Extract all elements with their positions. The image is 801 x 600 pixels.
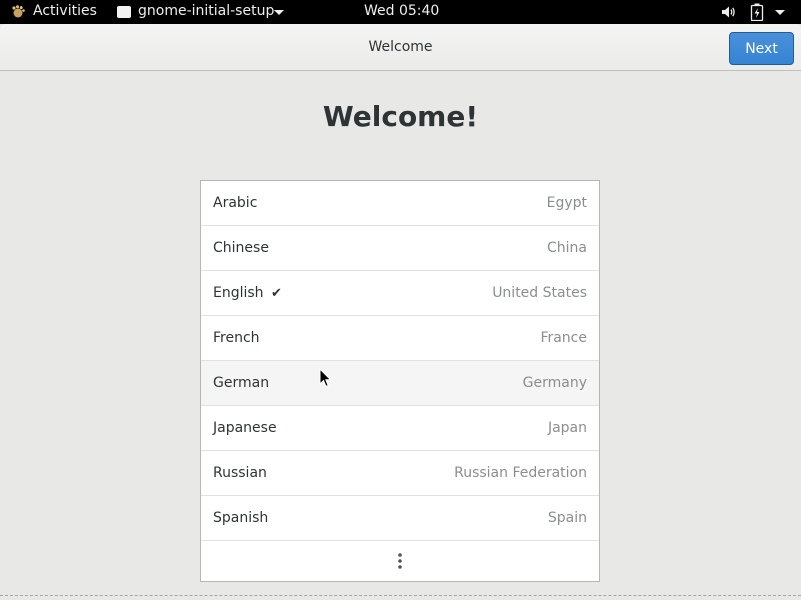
language-name: Russian (213, 465, 267, 481)
view-more-icon (398, 553, 402, 569)
language-region: France (540, 330, 587, 346)
activities-button[interactable]: Activities (33, 0, 97, 24)
next-button[interactable]: Next (729, 32, 794, 65)
page-title: Welcome (368, 39, 433, 55)
window-icon (117, 6, 131, 18)
mouse-pointer-icon (319, 368, 332, 388)
language-region: Russian Federation (454, 465, 587, 481)
language-row-spanish[interactable]: Spanish Spain (201, 496, 599, 541)
clock[interactable]: Wed 05:40 (364, 0, 439, 24)
top-bar: Activities gnome-initial-setup Wed 05:40 (0, 0, 801, 24)
language-region: China (547, 240, 587, 256)
language-name: German (213, 375, 270, 391)
language-row-russian[interactable]: Russian Russian Federation (201, 451, 599, 496)
app-menu-button[interactable]: gnome-initial-setup (138, 0, 274, 24)
welcome-heading: Welcome! (322, 100, 479, 133)
language-region: Spain (547, 510, 587, 526)
language-region: Germany (522, 375, 587, 391)
language-row-english[interactable]: English ✔ United States (201, 271, 599, 316)
volume-icon[interactable] (720, 4, 736, 20)
language-row-german[interactable]: German Germany (201, 361, 599, 406)
bottom-edge (0, 595, 801, 596)
gnome-foot-icon (12, 5, 25, 18)
language-name: Japanese (213, 420, 277, 436)
system-menu-chevron-icon[interactable] (775, 10, 785, 15)
language-region: United States (492, 285, 587, 301)
chevron-down-icon[interactable] (274, 10, 284, 15)
language-row-arabic[interactable]: Arabic Egypt (201, 181, 599, 226)
language-region: Japan (547, 420, 587, 436)
battery-icon[interactable] (750, 3, 764, 21)
checkmark-icon: ✔ (271, 286, 282, 301)
language-row-japanese[interactable]: Japanese Japan (201, 406, 599, 451)
header-bar: Welcome Next (0, 24, 801, 71)
language-row-chinese[interactable]: Chinese China (201, 226, 599, 271)
more-languages-button[interactable] (201, 541, 599, 581)
language-region: Egypt (546, 195, 587, 211)
language-name: Spanish (213, 510, 269, 526)
language-row-french[interactable]: French France (201, 316, 599, 361)
language-name: Chinese (213, 240, 269, 256)
language-name: English (213, 285, 264, 301)
language-name: French (213, 330, 260, 346)
language-list: Arabic Egypt Chinese China English ✔ Uni… (200, 180, 600, 582)
language-name: Arabic (213, 195, 258, 211)
